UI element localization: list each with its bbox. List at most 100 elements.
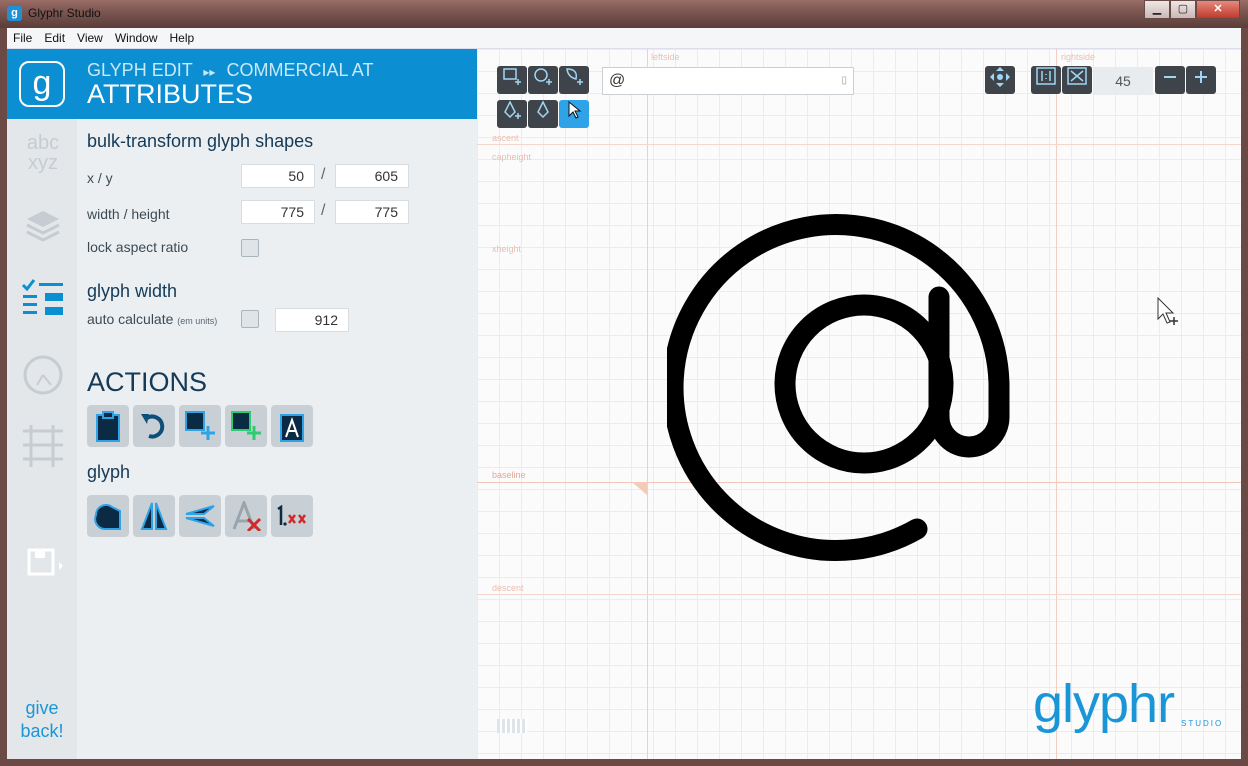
bulk-transform-heading: bulk-transform glyph shapes <box>87 131 314 151</box>
zoom-1-1-button[interactable] <box>1031 66 1061 94</box>
glyph-chooser-icon[interactable]: abc xyz <box>19 129 67 177</box>
minimize-button[interactable]: ▁ <box>1144 0 1170 19</box>
grid-icon[interactable] <box>19 423 67 471</box>
undo-icon <box>141 414 165 439</box>
auto-calculate-checkbox[interactable] <box>241 310 259 328</box>
grid-svg <box>23 425 63 467</box>
pen-plus-tool[interactable] <box>497 100 527 128</box>
client-area: g abc xyz give back! GLYPH EDIT ▸▸ COMME… <box>7 49 1241 759</box>
glyph-button-row <box>87 495 317 537</box>
zoom-in-button[interactable] <box>1186 66 1216 94</box>
logo-tile[interactable]: g <box>7 49 77 119</box>
add-shape-button[interactable] <box>179 405 221 447</box>
glyphr-brand-logo: glyphr <box>1033 674 1175 734</box>
y-input[interactable]: 605 <box>335 164 409 188</box>
auto-calculate-text: auto calculate <box>87 311 174 327</box>
attributes-icon[interactable] <box>19 277 67 325</box>
nav-rail: g abc xyz give back! <box>7 49 77 759</box>
breadcrumb-glyph-name: COMMERCIAL AT <box>226 60 374 80</box>
menu-window[interactable]: Window <box>115 31 158 45</box>
round-values-button[interactable] <box>271 495 313 537</box>
glyph-chooser-value: @ <box>609 72 626 89</box>
app-window: g Glyphr Studio ▁ ▢ ✕ File Edit View Win… <box>0 0 1248 766</box>
window-title: Glyphr Studio <box>28 6 101 20</box>
paste-icon <box>96 411 120 442</box>
menu-bar: File Edit View Window Help <box>7 28 1241 49</box>
menu-file[interactable]: File <box>13 31 32 45</box>
add-component-button[interactable] <box>225 405 267 447</box>
xheight-label: xheight <box>492 244 522 254</box>
rightside-guide <box>1056 49 1057 759</box>
breadcrumb-glyph-edit[interactable]: GLYPH EDIT <box>87 60 192 80</box>
arrow-select-tool[interactable] <box>559 100 589 128</box>
zoom-level[interactable]: 45 <box>1093 67 1153 95</box>
flip-icon <box>140 502 168 530</box>
layers-icon[interactable] <box>19 205 67 253</box>
layers-svg <box>26 211 60 242</box>
mini-ruler <box>497 719 527 733</box>
leftside-label: leftside <box>651 52 680 62</box>
glyph-width-input[interactable]: 912 <box>275 308 349 332</box>
flip-horizontal-icon <box>185 505 215 527</box>
menu-edit[interactable]: Edit <box>44 31 65 45</box>
new-path-tool[interactable] <box>559 66 589 94</box>
input-clear-icon[interactable]: ▯ <box>841 68 847 94</box>
menu-view[interactable]: View <box>77 31 103 45</box>
x-input[interactable]: 50 <box>241 164 315 188</box>
save-icon[interactable] <box>19 542 67 590</box>
glyphr-app-icon: g <box>7 6 22 21</box>
lock-aspect-checkbox[interactable] <box>241 239 259 257</box>
height-input[interactable]: 775 <box>335 200 409 224</box>
new-path-icon <box>566 68 583 85</box>
give-back-link[interactable]: give back! <box>7 697 77 743</box>
actions-heading: ACTIONS <box>87 367 208 397</box>
xy-label: x / y <box>87 170 113 186</box>
guides-svg <box>23 355 63 395</box>
save-svg <box>27 548 63 576</box>
zoom-out-button[interactable] <box>1155 66 1185 94</box>
breadcrumb: GLYPH EDIT ▸▸ COMMERCIAL AT <box>87 60 373 81</box>
origin-marker <box>632 482 647 495</box>
width-input[interactable]: 775 <box>241 200 315 224</box>
pen-plus-icon <box>504 100 521 119</box>
capheight-label: capheight <box>492 152 532 162</box>
zoom-fit-button[interactable] <box>1062 66 1092 94</box>
glyph-actions-heading: glyph <box>87 462 131 482</box>
panel-header: GLYPH EDIT ▸▸ COMMERCIAL AT ATTRIBUTES <box>77 49 477 119</box>
auto-calculate-label: auto calculate (em units) <box>87 311 217 327</box>
maximize-button[interactable]: ▢ <box>1170 0 1196 19</box>
rightside-label: rightside <box>1061 52 1096 62</box>
pen-tool[interactable] <box>528 100 558 128</box>
close-button[interactable]: ✕ <box>1196 0 1240 19</box>
commercial-at-glyph[interactable] <box>667 209 1027 569</box>
glyph-canvas[interactable]: leftside rightside ascent capheight xhei… <box>477 49 1241 759</box>
actual-size-icon <box>1036 67 1056 85</box>
glyphr-logo-icon: g <box>19 61 65 107</box>
move-arrows-icon <box>990 67 1010 87</box>
flip-horizontal-button[interactable] <box>179 495 221 537</box>
em-units-label: (em units) <box>177 316 218 326</box>
new-oval-tool[interactable] <box>528 66 558 94</box>
guides-icon[interactable] <box>19 351 67 399</box>
combine-shapes-icon <box>94 504 121 530</box>
xy-slash: / <box>321 166 326 183</box>
glyph-chooser-input[interactable]: @ ▯ <box>602 67 854 95</box>
new-rectangle-icon <box>503 68 521 85</box>
undo-button[interactable] <box>133 405 175 447</box>
title-bar[interactable]: g Glyphr Studio ▁ ▢ ✕ <box>0 0 1248 28</box>
ascent-label: ascent <box>492 133 519 143</box>
flip-vertical-button[interactable] <box>133 495 175 537</box>
attributes-panel: GLYPH EDIT ▸▸ COMMERCIAL AT ATTRIBUTES b… <box>77 49 477 759</box>
width-height-label: width / height <box>87 206 170 222</box>
arrow-cursor-icon <box>568 100 582 119</box>
paste-button[interactable] <box>87 405 129 447</box>
pan-tool[interactable] <box>985 66 1015 94</box>
menu-help[interactable]: Help <box>170 31 195 45</box>
add-component-icon <box>231 411 261 440</box>
clear-glyph-button[interactable] <box>225 495 267 537</box>
round-values-icon <box>277 505 306 526</box>
page-title: ATTRIBUTES <box>87 79 254 109</box>
new-rectangle-tool[interactable] <box>497 66 527 94</box>
paste-attributes-button[interactable] <box>271 405 313 447</box>
combine-shapes-button[interactable] <box>87 495 129 537</box>
